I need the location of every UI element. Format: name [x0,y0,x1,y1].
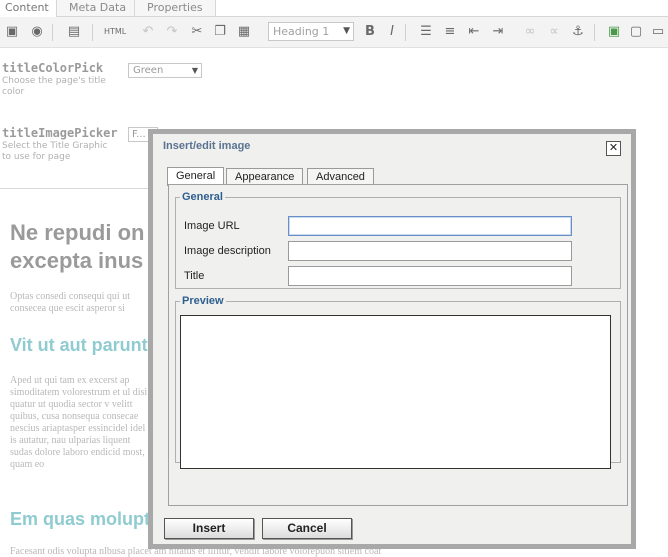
title-image-picker-help: Select the Title Graphic to use for page [2,141,108,162]
dialog-tab-advanced[interactable]: Advanced [307,168,374,185]
format-select[interactable]: Heading 1 ▼ [268,22,354,41]
italic-icon[interactable]: I [384,24,400,40]
table-icon[interactable]: ▭ [650,24,666,40]
preview-icon[interactable]: ▤ [66,24,82,40]
image-url-label: Image URL [184,220,240,232]
insert-image-dialog: Insert/edit image ✕ General Appearance A… [148,129,636,549]
title-color-pick-help: Choose the page's title color [2,76,106,97]
format-select-value: Heading 1 [273,25,330,38]
media-icon[interactable]: ▢ [628,24,644,40]
content-heading-3: Em quas molupta [10,509,161,529]
bold-icon[interactable]: B [362,24,378,40]
title-color-select[interactable]: Green ▼ [128,63,202,78]
image-description-label: Image description [184,245,271,257]
toolbar-separator [594,24,595,41]
tab-content[interactable]: Content [0,0,62,17]
save-publish-icon[interactable]: ◉ [29,24,45,40]
content-paragraph-2: Aped ut qui tam ex excerst ap simoditate… [10,375,148,470]
html-source-icon[interactable]: HTML [104,24,126,40]
toolbar-separator [405,24,406,41]
paste-icon[interactable]: ▦ [236,24,252,40]
general-fieldset: General Image URL Image description Titl… [175,191,621,289]
general-legend: General [182,191,223,203]
title-label: Title [184,270,205,282]
title-color-pick-label: titleColorPick [2,61,104,75]
general-tab-panel: General Image URL Image description Titl… [168,184,628,506]
numbered-list-icon[interactable]: ≡ [442,24,458,40]
title-image-picker-label: titleImagePicker [2,126,118,140]
cut-icon[interactable]: ✂ [189,24,205,40]
chevron-down-icon: ▼ [343,26,350,36]
image-icon[interactable]: ▣ [606,24,622,40]
unlink-icon[interactable]: ∝ [546,24,562,40]
tab-meta-data[interactable]: Meta Data [56,0,140,17]
close-icon[interactable]: ✕ [606,141,621,156]
image-url-input[interactable] [288,216,572,236]
dialog-tab-appearance[interactable]: Appearance [226,168,304,185]
content-paragraph-1: Optas consedi consequi qui ut consecea q… [10,291,130,314]
preview-legend: Preview [182,295,224,307]
image-description-input[interactable] [288,241,572,261]
title-color-select-value: Green [133,65,164,76]
bullet-list-icon[interactable]: ☰ [418,24,434,40]
copy-icon[interactable]: ❐ [212,24,228,40]
cms-tab-bar: Content Meta Data Properties [0,0,668,17]
redo-icon[interactable]: ↷ [164,24,180,40]
save-icon[interactable]: ▣ [4,24,20,40]
image-preview-box [180,315,611,469]
anchor-icon[interactable]: ⚓ [570,24,586,40]
cancel-button[interactable]: Cancel [262,518,352,539]
title-input[interactable] [288,266,572,286]
insert-button[interactable]: Insert [164,518,254,539]
undo-icon[interactable]: ↶ [140,24,156,40]
chevron-down-icon: ▼ [191,66,198,75]
toolbar-separator [92,24,93,41]
dialog-title: Insert/edit image [163,140,251,152]
link-icon[interactable]: ∞ [522,24,538,40]
tab-properties[interactable]: Properties [134,0,216,17]
toolbar-separator [52,24,53,41]
preview-fieldset: Preview [175,295,621,469]
indent-icon[interactable]: ⇥ [490,24,506,40]
outdent-icon[interactable]: ⇤ [466,24,482,40]
